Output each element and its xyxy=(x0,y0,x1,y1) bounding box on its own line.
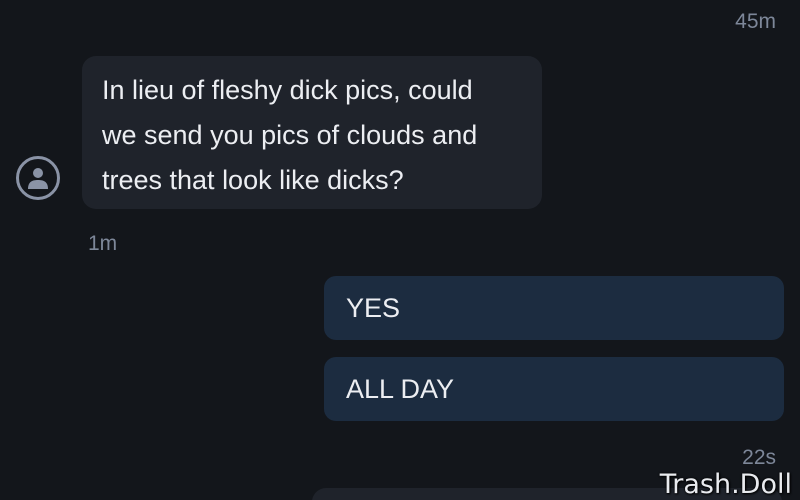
timestamp-45m: 45m xyxy=(735,10,776,33)
timestamp-22s: 22s xyxy=(742,446,776,469)
outgoing-message-bubble[interactable]: YES xyxy=(324,276,784,340)
message-text: ALL DAY xyxy=(346,374,455,404)
watermark-text: Trash.Doll xyxy=(659,469,792,500)
message-line: trees that look like dicks? xyxy=(102,165,404,195)
incoming-message-bubble[interactable]: In lieu of fleshy dick pics, could we se… xyxy=(82,56,542,209)
message-line: In lieu of fleshy dick pics, could xyxy=(102,75,473,105)
message-line: we send you pics of clouds and xyxy=(102,120,478,150)
timestamp-1m: 1m xyxy=(88,232,118,255)
person-icon xyxy=(28,168,48,189)
outgoing-message-bubble[interactable]: ALL DAY xyxy=(324,357,784,421)
chat-screen: 45m In lieu of fleshy dick pics, could w… xyxy=(0,0,800,500)
user-avatar-icon[interactable] xyxy=(16,156,60,200)
message-text: YES xyxy=(346,293,401,323)
